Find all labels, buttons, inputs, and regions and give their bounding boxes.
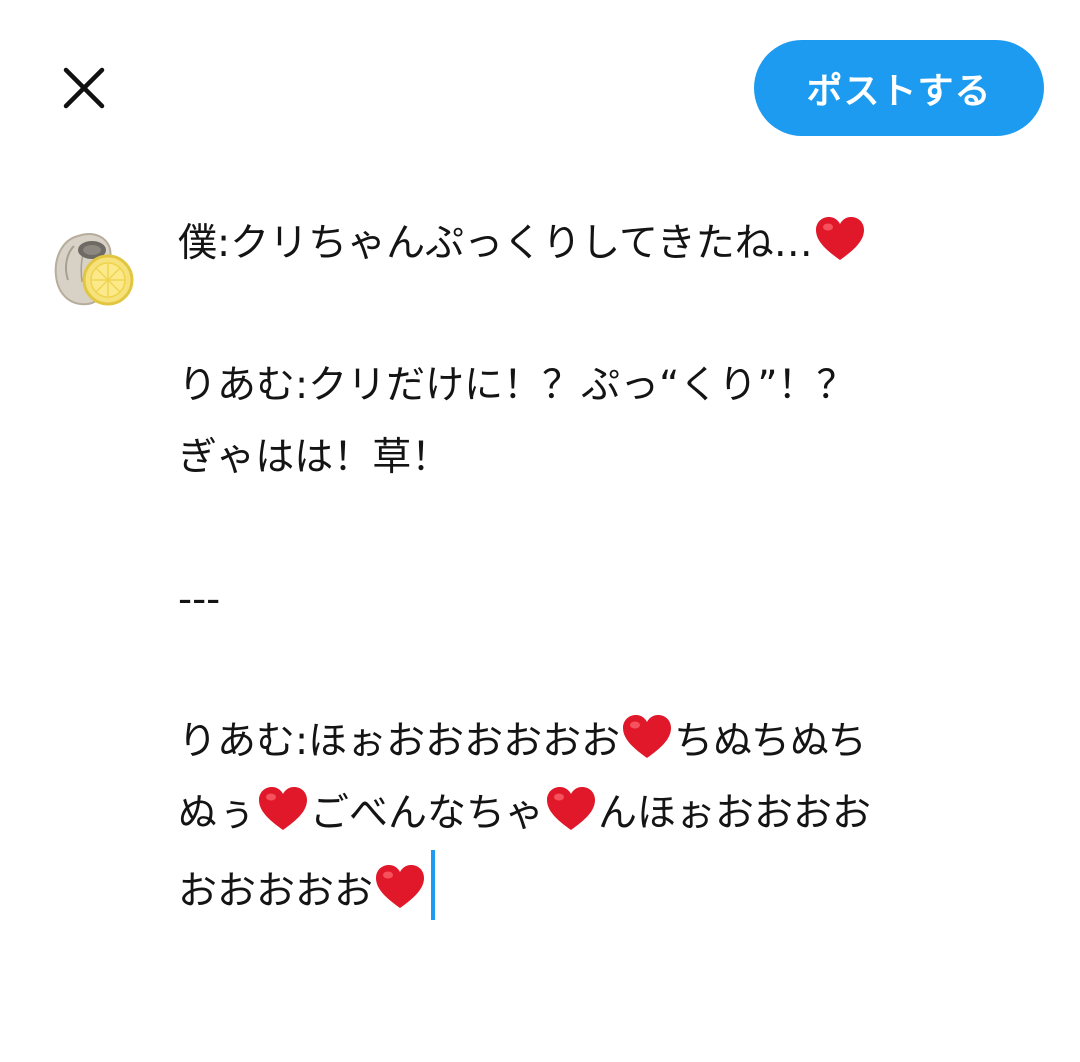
draft-text: りあむ:ほぉおおおおおお — [178, 719, 621, 764]
draft-line-5: りあむ:ほぉおおおおおお ちぬちぬち — [178, 706, 1058, 778]
red-heart-icon — [257, 784, 309, 830]
post-text-input[interactable]: 僕:クリちゃんぷっくりしてきたね… りあむ:クリだけに！？ぷっ“くり”！？ ぎゃ… — [178, 208, 1058, 922]
red-heart-icon — [621, 712, 673, 758]
red-heart-icon — [545, 784, 597, 830]
draft-line-2: りあむ:クリだけに！？ぷっ“くり”！？ — [178, 363, 856, 408]
draft-line-6: ぬぅ ごべんなちゃ んほぉおおおお — [178, 778, 1058, 850]
draft-line-1: 僕:クリちゃんぷっくりしてきたね… — [178, 208, 1058, 280]
draft-text: ちぬちぬち — [674, 719, 867, 764]
draft-text: ごべんなちゃ — [310, 791, 545, 836]
avatar[interactable] — [48, 224, 140, 316]
draft-line-3: ぎゃはは！草！ — [178, 435, 451, 480]
draft-divider: --- — [178, 577, 221, 622]
oyster-lemon-avatar-icon — [54, 233, 134, 306]
post-button[interactable]: ポストする — [754, 40, 1044, 136]
draft-text: 僕:クリちゃんぷっくりしてきたね… — [178, 221, 813, 266]
draft-text: んほぉおおおお — [598, 791, 872, 836]
close-button[interactable] — [52, 56, 116, 120]
draft-text: おおおおお — [178, 869, 374, 914]
text-caret — [431, 850, 436, 920]
red-heart-icon — [374, 862, 426, 908]
draft-text: ぬぅ — [178, 791, 257, 836]
draft-line-7: おおおおお — [178, 850, 1058, 922]
red-heart-icon — [814, 214, 866, 260]
close-icon — [63, 67, 105, 109]
